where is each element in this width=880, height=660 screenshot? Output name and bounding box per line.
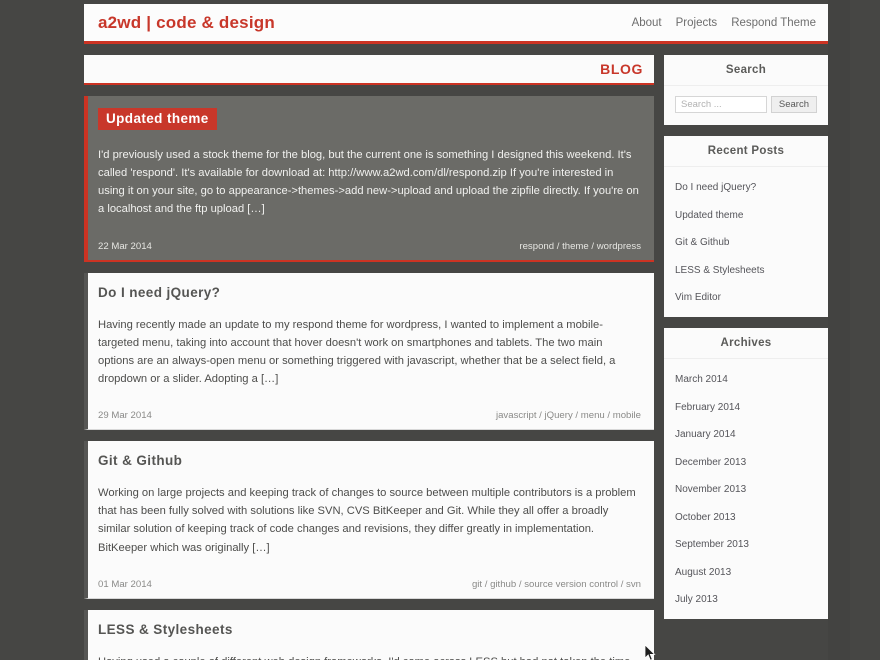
list-item[interactable]: December 2013 <box>675 452 817 470</box>
nav-item-projects[interactable]: Projects <box>676 17 718 29</box>
widget-archives: Archives March 2014 February 2014 Januar… <box>664 328 828 619</box>
list-item[interactable]: October 2013 <box>675 507 817 525</box>
list-item[interactable]: LESS & Stylesheets <box>675 260 817 278</box>
post-meta: 22 Mar 2014 respond / theme / wordpress <box>98 241 641 252</box>
blog-banner-label: BLOG <box>600 61 643 77</box>
recent-post-link[interactable]: Do I need jQuery? <box>675 182 756 193</box>
nav-item-respond-theme[interactable]: Respond Theme <box>731 17 816 29</box>
post-title[interactable]: Do I need jQuery? <box>98 285 641 300</box>
post-card[interactable]: Do I need jQuery? Having recently made a… <box>84 272 654 431</box>
widget-body-archives: March 2014 February 2014 January 2014 De… <box>664 359 828 619</box>
list-item[interactable]: March 2014 <box>675 369 817 387</box>
post-title[interactable]: Updated theme <box>98 108 217 130</box>
post-meta: 29 Mar 2014 javascript / jQuery / menu /… <box>98 410 641 421</box>
post-title[interactable]: LESS & Stylesheets <box>98 622 641 637</box>
post-tags[interactable]: respond / theme / wordpress <box>519 241 641 252</box>
post-meta: 01 Mar 2014 git / github / source versio… <box>98 579 641 590</box>
archives-list: March 2014 February 2014 January 2014 De… <box>675 369 817 607</box>
post-excerpt: Working on large projects and keeping tr… <box>98 487 636 554</box>
widget-title-archives: Archives <box>664 328 828 359</box>
archive-link[interactable]: November 2013 <box>675 484 746 495</box>
main-content: BLOG Updated theme I'd previously used a… <box>84 55 654 660</box>
post-card[interactable]: Updated theme I'd previously used a stoc… <box>84 96 654 262</box>
page-columns: BLOG Updated theme I'd previously used a… <box>84 55 828 660</box>
archive-link[interactable]: September 2013 <box>675 539 749 550</box>
primary-nav: About Projects Respond Theme <box>632 17 816 29</box>
post-excerpt: Having recently made an update to my res… <box>98 318 616 385</box>
recent-post-link[interactable]: LESS & Stylesheets <box>675 265 765 276</box>
search-submit-button[interactable]: Search <box>770 96 817 113</box>
archive-link[interactable]: February 2014 <box>675 402 740 413</box>
post-date: 01 Mar 2014 <box>98 578 152 590</box>
post-excerpt: I'd previously used a stock theme for th… <box>98 149 639 216</box>
archive-link[interactable]: August 2013 <box>675 567 731 578</box>
widget-recent-posts: Recent Posts Do I need jQuery? Updated t… <box>664 136 828 317</box>
post-card[interactable]: LESS & Stylesheets Having used a couple … <box>84 609 654 660</box>
site-header: a2wd | code & design About Projects Resp… <box>84 4 828 44</box>
recent-post-link[interactable]: Vim Editor <box>675 292 721 303</box>
list-item[interactable]: September 2013 <box>675 534 817 552</box>
list-item[interactable]: November 2013 <box>675 479 817 497</box>
list-item[interactable]: Git & Github <box>675 232 817 250</box>
list-item[interactable]: January 2014 <box>675 424 817 442</box>
widget-title-recent-posts: Recent Posts <box>664 136 828 167</box>
list-item[interactable]: February 2014 <box>675 397 817 415</box>
archive-link[interactable]: March 2014 <box>675 374 728 385</box>
list-item[interactable]: July 2013 <box>675 589 817 607</box>
widget-search: Search Search <box>664 55 828 125</box>
post-date: 22 Mar 2014 <box>98 240 152 252</box>
search-form: Search <box>675 96 817 113</box>
archive-link[interactable]: December 2013 <box>675 457 746 468</box>
list-item[interactable]: Vim Editor <box>675 287 817 305</box>
nav-item-about[interactable]: About <box>632 17 662 29</box>
list-item[interactable]: Updated theme <box>675 205 817 223</box>
post-excerpt: Having used a couple of different web de… <box>98 653 641 660</box>
archive-link[interactable]: July 2013 <box>675 594 718 605</box>
search-input[interactable] <box>675 96 767 113</box>
post-date: 29 Mar 2014 <box>98 410 152 422</box>
recent-post-link[interactable]: Updated theme <box>675 210 743 221</box>
widget-title-search: Search <box>664 55 828 86</box>
list-item[interactable]: August 2013 <box>675 562 817 580</box>
blog-banner: BLOG <box>84 55 654 85</box>
recent-post-link[interactable]: Git & Github <box>675 237 729 248</box>
page-wrapper: a2wd | code & design About Projects Resp… <box>84 0 828 660</box>
post-tags[interactable]: git / github / source version control / … <box>472 579 641 590</box>
widget-body-recent-posts: Do I need jQuery? Updated theme Git & Gi… <box>664 167 828 317</box>
post-title[interactable]: Git & Github <box>98 453 641 468</box>
post-tags[interactable]: javascript / jQuery / menu / mobile <box>496 410 641 421</box>
widget-body-search: Search <box>664 86 828 125</box>
window-right-edge <box>828 0 850 660</box>
list-item[interactable]: Do I need jQuery? <box>675 177 817 195</box>
post-card[interactable]: Git & Github Working on large projects a… <box>84 441 654 599</box>
archive-link[interactable]: October 2013 <box>675 512 736 523</box>
page-root: a2wd | code & design About Projects Resp… <box>0 0 880 660</box>
recent-posts-list: Do I need jQuery? Updated theme Git & Gi… <box>675 177 817 305</box>
sidebar: Search Search Recent Posts Do I need jQu… <box>664 55 828 630</box>
site-title[interactable]: a2wd | code & design <box>98 13 275 33</box>
archive-link[interactable]: January 2014 <box>675 429 736 440</box>
